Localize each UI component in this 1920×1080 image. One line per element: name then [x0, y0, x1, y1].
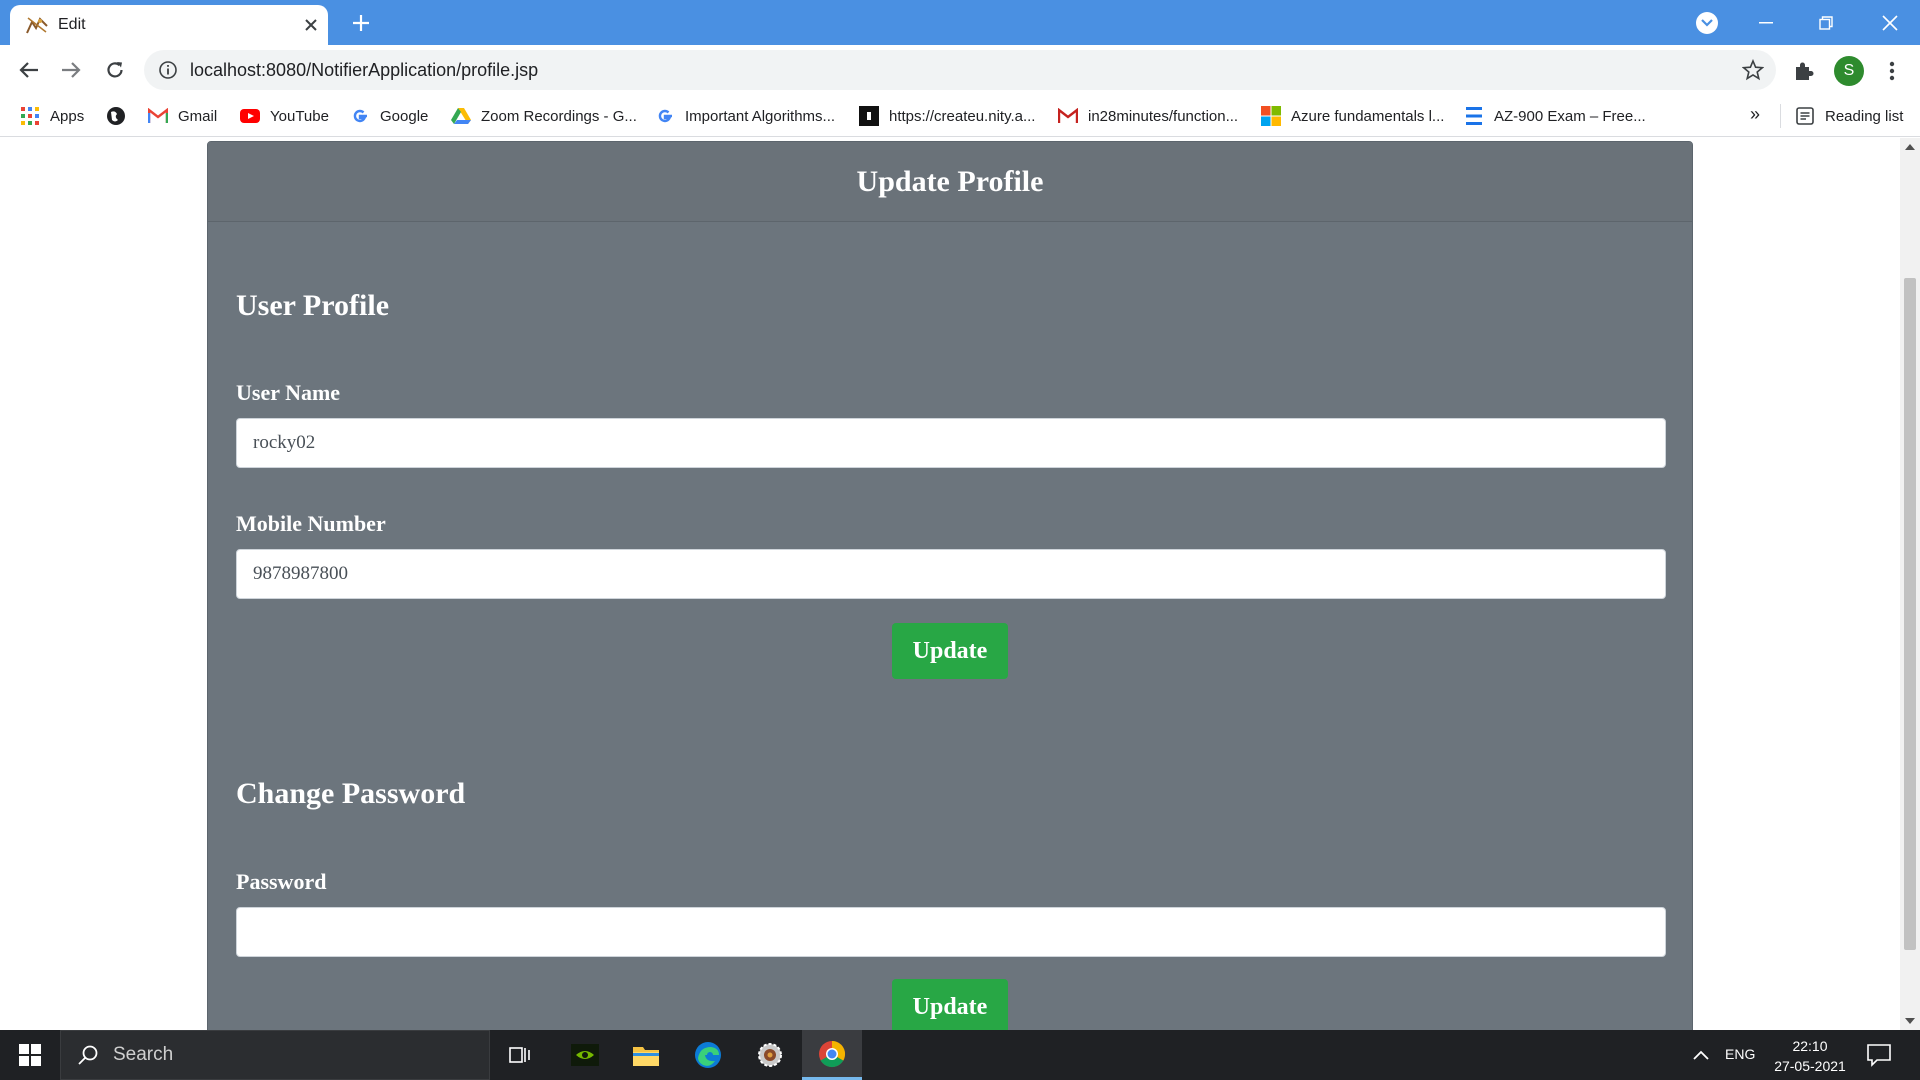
- edge-browser-icon[interactable]: [678, 1030, 738, 1080]
- username-label: User Name: [236, 380, 341, 405]
- password-input[interactable]: [236, 907, 1666, 957]
- gmail-icon: [1058, 106, 1078, 126]
- bookmark-azure-fundamentals[interactable]: Azure fundamentals l...: [1261, 104, 1444, 128]
- nvidia-app-icon[interactable]: [555, 1030, 615, 1080]
- language-indicator[interactable]: ENG: [1725, 1046, 1755, 1062]
- file-explorer-icon[interactable]: [616, 1030, 676, 1080]
- reading-list-button[interactable]: Reading list: [1795, 104, 1903, 128]
- chrome-app-icon[interactable]: [802, 1030, 862, 1080]
- clock-date: 27-05-2021: [1774, 1058, 1846, 1074]
- card-header: Update Profile: [208, 142, 1692, 222]
- notification-center-icon[interactable]: [1866, 1043, 1892, 1067]
- mobile-number-label: Mobile Number: [236, 511, 386, 536]
- browser-menu-dots-icon[interactable]: [1880, 57, 1904, 85]
- page-favicon-icon: [26, 17, 48, 34]
- forward-arrow-icon[interactable]: [56, 55, 86, 85]
- browser-toolbar: localhost:8080/NotifierApplication/profi…: [0, 45, 1920, 94]
- page-viewport: Update Profile User Profile User Name ro…: [0, 138, 1900, 1030]
- tab-title: Edit: [58, 16, 86, 33]
- scroll-thumb[interactable]: [1904, 278, 1916, 950]
- back-arrow-icon[interactable]: [14, 55, 44, 85]
- tray-overflow-chevron-icon[interactable]: [1690, 1044, 1712, 1066]
- system-clock[interactable]: 22:10 27-05-2021: [1770, 1036, 1850, 1076]
- taskbar-search-box[interactable]: Search: [60, 1030, 490, 1080]
- window-minimize-icon[interactable]: [1736, 0, 1796, 45]
- bookmark-google[interactable]: Google: [350, 104, 428, 128]
- tab-close-icon[interactable]: [300, 14, 322, 36]
- update-password-button[interactable]: Update: [892, 979, 1008, 1030]
- bookmark-az900-exam[interactable]: AZ-900 Exam – Free...: [1464, 104, 1646, 128]
- google-icon: [350, 106, 370, 126]
- bookmark-gmail[interactable]: Gmail: [148, 104, 217, 128]
- bookmark-star-icon[interactable]: [1742, 59, 1764, 81]
- scroll-up-arrow-icon[interactable]: [1905, 144, 1915, 150]
- window-close-icon[interactable]: [1860, 0, 1920, 45]
- bookmarks-overflow-chevron[interactable]: »: [1750, 104, 1760, 125]
- bookmark-in28minutes[interactable]: in28minutes/function...: [1058, 104, 1238, 128]
- page-title: Update Profile: [856, 164, 1044, 198]
- globe-icon: [106, 106, 126, 126]
- user-profile-heading: User Profile: [236, 289, 390, 322]
- update-profile-button[interactable]: Update: [892, 623, 1008, 679]
- windows-taskbar: Search ENG 22:10 27-05-2021: [0, 1030, 1920, 1080]
- bookmarks-divider: [1780, 104, 1781, 128]
- page-scrollbar[interactable]: [1900, 138, 1920, 1030]
- bookmark-apps[interactable]: Apps: [20, 104, 84, 128]
- windows-start-icon[interactable]: [0, 1030, 60, 1080]
- browser-tab[interactable]: Edit: [10, 5, 328, 45]
- password-label: Password: [236, 869, 327, 894]
- google-drive-icon: [451, 106, 471, 126]
- clock-time: 22:10: [1792, 1038, 1828, 1054]
- search-icon: [78, 1045, 98, 1065]
- black-square-icon: [859, 106, 879, 126]
- doc-lines-icon: [1464, 106, 1484, 126]
- microsoft-icon: [1261, 106, 1281, 126]
- browser-tab-strip: Edit: [0, 0, 1920, 45]
- bookmark-zoom-recordings[interactable]: Zoom Recordings - G...: [451, 104, 637, 128]
- bookmark-globe[interactable]: [106, 104, 136, 128]
- reading-list-icon: [1795, 106, 1815, 126]
- bookmarks-bar: Apps Gmail YouTube Google Zoom Recording…: [0, 94, 1920, 137]
- task-view-icon[interactable]: [490, 1030, 550, 1080]
- bookmark-createunity[interactable]: https://createu.nity.a...: [859, 104, 1035, 128]
- profile-avatar[interactable]: S: [1834, 56, 1864, 86]
- update-profile-card: Update Profile User Profile User Name ro…: [207, 141, 1693, 1030]
- bookmark-youtube[interactable]: YouTube: [240, 104, 329, 128]
- bookmark-important-algorithms[interactable]: Important Algorithms...: [655, 104, 835, 128]
- youtube-icon: [240, 106, 260, 126]
- change-password-heading: Change Password: [236, 777, 466, 810]
- extensions-puzzle-icon[interactable]: [1792, 59, 1816, 83]
- scroll-down-arrow-icon[interactable]: [1905, 1018, 1915, 1024]
- reload-icon[interactable]: [100, 55, 130, 85]
- gmail-icon: [148, 106, 168, 126]
- address-bar[interactable]: localhost:8080/NotifierApplication/profi…: [144, 50, 1776, 90]
- taskbar-search-placeholder: Search: [113, 1044, 174, 1065]
- apps-grid-icon: [20, 106, 40, 126]
- settings-gear-app-icon[interactable]: [740, 1030, 800, 1080]
- username-input[interactable]: rocky02: [236, 418, 1666, 468]
- url-text[interactable]: localhost:8080/NotifierApplication/profi…: [190, 60, 538, 81]
- window-restore-icon[interactable]: [1796, 0, 1856, 45]
- google-icon: [655, 106, 675, 126]
- new-tab-plus-icon[interactable]: [348, 10, 374, 36]
- mobile-number-input[interactable]: 9878987800: [236, 549, 1666, 599]
- tab-search-chevron-icon[interactable]: [1696, 12, 1718, 34]
- site-info-icon[interactable]: [158, 60, 178, 80]
